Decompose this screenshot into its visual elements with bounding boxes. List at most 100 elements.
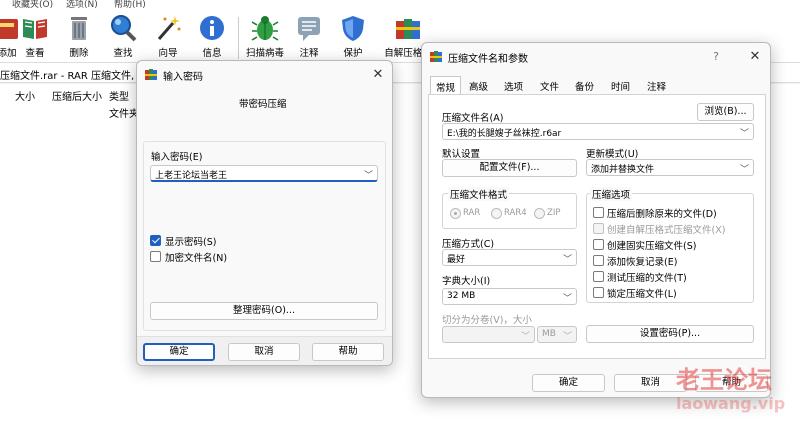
tab-comment[interactable]: 注释 bbox=[642, 76, 671, 94]
help-question-icon[interactable]: ? bbox=[705, 47, 727, 67]
encrypt-filenames-checkbox[interactable] bbox=[150, 251, 161, 262]
lock-archive-checkbox[interactable] bbox=[593, 287, 604, 298]
comment-label: 注释 bbox=[299, 48, 319, 59]
shield-icon bbox=[342, 16, 364, 41]
update-mode-select[interactable]: 添加并替换文件 ﹀ bbox=[586, 159, 754, 176]
column-packed-size[interactable]: 压缩后大小 bbox=[52, 88, 102, 103]
tab-advanced[interactable]: 高级 bbox=[464, 76, 493, 94]
find-button[interactable]: 查找 bbox=[100, 13, 146, 61]
info-icon bbox=[200, 16, 224, 40]
find-label: 查找 bbox=[113, 48, 133, 59]
format-rar-label[interactable]: RAR bbox=[463, 208, 480, 218]
chevron-down-icon[interactable]: ﹀ bbox=[563, 329, 572, 342]
format-group-title: 压缩文件格式 bbox=[448, 187, 510, 201]
dictionary-size-select[interactable]: 32 MB ﹀ bbox=[442, 288, 577, 305]
password-dialog-title: 输入密码 bbox=[163, 72, 203, 83]
magic-wand-icon bbox=[157, 16, 181, 40]
split-unit-select[interactable]: MB ﹀ bbox=[537, 326, 577, 343]
column-type[interactable]: 类型 bbox=[109, 88, 129, 103]
chevron-down-icon[interactable]: ﹀ bbox=[521, 329, 530, 342]
format-rar4-radio[interactable] bbox=[491, 208, 502, 219]
dictionary-size-label: 字典大小(I) bbox=[442, 276, 491, 287]
create-sfx-checkbox[interactable] bbox=[593, 223, 604, 234]
type-cell: 文件夹 bbox=[109, 109, 139, 120]
chevron-down-icon[interactable]: ﹀ bbox=[364, 168, 373, 181]
archive-dialog-titlebar: 压缩文件名和参数 ? ✕ bbox=[422, 43, 770, 71]
test-files-label[interactable]: 测试压缩的文件(T) bbox=[607, 270, 687, 284]
comment-icon bbox=[298, 17, 320, 41]
format-rar4-label[interactable]: RAR4 bbox=[504, 208, 527, 218]
recovery-record-label[interactable]: 添加恢复记录(E) bbox=[607, 254, 677, 268]
delete-button[interactable]: 删除 bbox=[56, 13, 102, 61]
test-files-checkbox[interactable] bbox=[593, 271, 604, 282]
book-icon bbox=[23, 19, 47, 39]
close-icon[interactable]: ✕ bbox=[744, 47, 766, 67]
archive-path-text: 压缩文件.rar - RAR 压缩文件, 解 bbox=[0, 71, 148, 82]
menu-favorites[interactable]: 收藏夹(O) bbox=[12, 0, 53, 9]
update-mode-value: 添加并替换文件 bbox=[591, 165, 655, 175]
delete-after-checkbox[interactable] bbox=[593, 207, 604, 218]
organize-passwords-button[interactable]: 整理密码(O)... bbox=[150, 302, 378, 320]
help-button[interactable]: 帮助 bbox=[312, 343, 384, 361]
format-zip-label[interactable]: ZIP bbox=[547, 208, 560, 218]
archive-name-input[interactable]: E:\我的长腿嫂子丝袜控.r6ar ﹀ bbox=[442, 123, 754, 140]
format-zip-radio[interactable] bbox=[534, 208, 545, 219]
trash-icon bbox=[71, 17, 87, 40]
comment-button[interactable]: 注释 bbox=[286, 13, 332, 61]
tab-backup[interactable]: 备份 bbox=[570, 76, 599, 94]
menu-bar: 收藏夹(O) 选项(N) 帮助(H) bbox=[0, 0, 800, 9]
chevron-down-icon[interactable]: ﹀ bbox=[740, 126, 749, 139]
wizard-button[interactable]: 向导 bbox=[145, 13, 191, 61]
format-rar-radio[interactable] bbox=[450, 208, 461, 219]
ok-button[interactable]: 确定 bbox=[532, 374, 605, 392]
set-password-button[interactable]: 设置密码(P)... bbox=[586, 325, 754, 343]
method-select[interactable]: 最好 ﹀ bbox=[442, 249, 577, 266]
show-password-label[interactable]: 显示密码(S) bbox=[165, 234, 216, 248]
password-dialog-titlebar: 输入密码 ✕ bbox=[137, 61, 392, 89]
chevron-down-icon[interactable]: ﹀ bbox=[563, 291, 572, 304]
password-dialog-subtitle: 带密码压缩 bbox=[239, 99, 287, 110]
close-icon[interactable]: ✕ bbox=[367, 65, 389, 85]
scan-virus-button[interactable]: 扫描病毒 bbox=[242, 13, 288, 61]
column-size[interactable]: 大小 bbox=[15, 88, 35, 103]
solid-archive-label[interactable]: 创建固实压缩文件(S) bbox=[607, 238, 696, 252]
create-sfx-label[interactable]: 创建自解压格式压缩文件(X) bbox=[607, 222, 725, 236]
method-label: 压缩方式(C) bbox=[442, 239, 495, 250]
password-input[interactable]: 上老王论坛当老王 ﹀ bbox=[150, 165, 378, 182]
split-size-select[interactable]: ﹀ bbox=[442, 326, 535, 343]
watermark-text: 老王论坛 bbox=[676, 366, 772, 394]
archive-params-dialog: 压缩文件名和参数 ? ✕ 常规 高级 选项 文件 备份 时间 注释 压缩文件名(… bbox=[421, 42, 771, 398]
tab-options[interactable]: 选项 bbox=[499, 76, 528, 94]
archive-dialog-title: 压缩文件名和参数 bbox=[448, 54, 528, 65]
chevron-down-icon[interactable]: ﹀ bbox=[740, 162, 749, 175]
books-icon bbox=[396, 19, 420, 39]
browse-button[interactable]: 浏览(B)... bbox=[697, 103, 754, 121]
protect-button[interactable]: 保护 bbox=[330, 13, 376, 61]
menu-options[interactable]: 选项(N) bbox=[66, 0, 98, 9]
split-volumes-label: 切分为分卷(V)，大小 bbox=[442, 315, 532, 326]
profiles-button[interactable]: 配置文件(F)... bbox=[442, 159, 577, 177]
update-mode-label: 更新模式(U) bbox=[586, 149, 639, 160]
menu-help[interactable]: 帮助(H) bbox=[114, 0, 146, 9]
show-password-checkbox[interactable] bbox=[150, 235, 161, 246]
archive-name-value: E:\我的长腿嫂子丝袜控.r6ar bbox=[447, 129, 562, 139]
chevron-down-icon[interactable]: ﹀ bbox=[563, 252, 572, 265]
ok-button[interactable]: 确定 bbox=[143, 343, 215, 361]
tab-general[interactable]: 常规 bbox=[430, 76, 462, 94]
watermark-url: laowang.vip bbox=[676, 394, 786, 413]
encrypt-filenames-label[interactable]: 加密文件名(N) bbox=[165, 250, 227, 264]
info-label: 信息 bbox=[202, 48, 222, 59]
recovery-record-checkbox[interactable] bbox=[593, 255, 604, 266]
bug-icon bbox=[251, 16, 279, 41]
magnifier-icon bbox=[111, 15, 137, 42]
delete-after-label[interactable]: 压缩后删除原来的文件(D) bbox=[607, 206, 717, 220]
view-button[interactable]: 查看 bbox=[12, 13, 58, 61]
tab-files[interactable]: 文件 bbox=[535, 76, 564, 94]
protect-label: 保护 bbox=[343, 48, 363, 59]
tab-time[interactable]: 时间 bbox=[606, 76, 635, 94]
info-button[interactable]: 信息 bbox=[189, 13, 235, 61]
wizard-label: 向导 bbox=[158, 48, 178, 59]
cancel-button[interactable]: 取消 bbox=[228, 343, 300, 361]
solid-archive-checkbox[interactable] bbox=[593, 239, 604, 250]
lock-archive-label[interactable]: 锁定压缩文件(L) bbox=[607, 286, 677, 300]
